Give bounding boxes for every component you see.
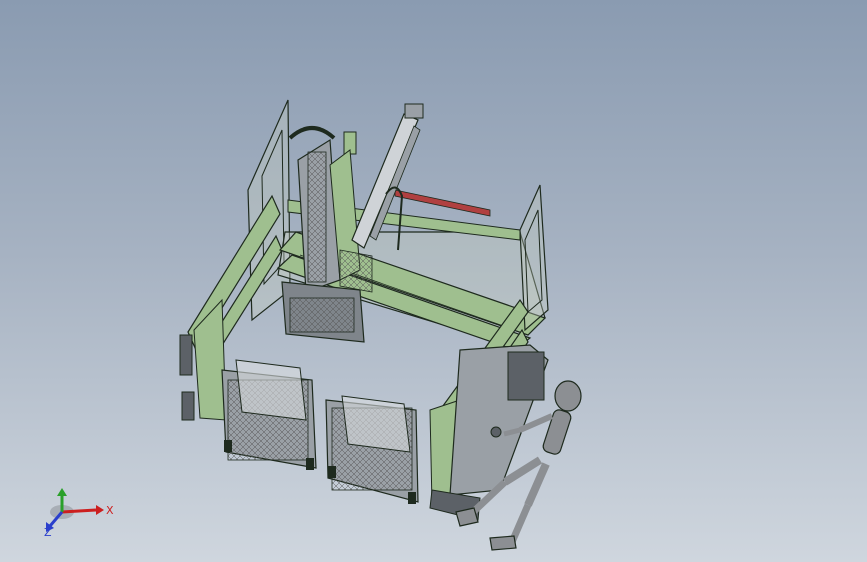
cad-viewport[interactable]: X Z [0,0,867,562]
telescopic-arm[interactable] [351,103,424,251]
x-axis-label: X [106,504,114,517]
coordinate-triad: X Z [44,488,114,538]
steel-bin-left[interactable] [221,359,317,470]
z-axis-label: Z [44,526,52,538]
steel-bin-right[interactable] [325,395,419,504]
x-axis-arrow [61,508,97,514]
3d-model-view[interactable] [0,0,867,562]
